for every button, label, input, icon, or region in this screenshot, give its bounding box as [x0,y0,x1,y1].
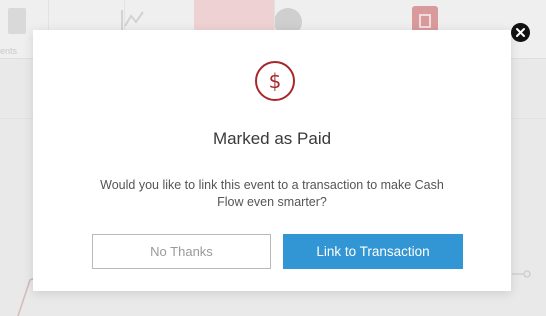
app-background: ents $ Marked as Paid Would you like to … [0,0,546,316]
tab-events-label: ents [0,46,18,56]
dollar-icon: $ [255,61,295,101]
background-chart-node [512,270,531,278]
dialog-message: Would you like to link this event to a t… [100,178,444,209]
document-icon [8,8,26,34]
no-thanks-button[interactable]: No Thanks [92,234,271,269]
link-to-transaction-button[interactable]: Link to Transaction [283,234,463,269]
dialog-title: Marked as Paid [212,129,332,148]
marked-as-paid-dialog: $ Marked as Paid Would you like to link … [33,30,511,291]
close-icon[interactable] [511,23,530,42]
